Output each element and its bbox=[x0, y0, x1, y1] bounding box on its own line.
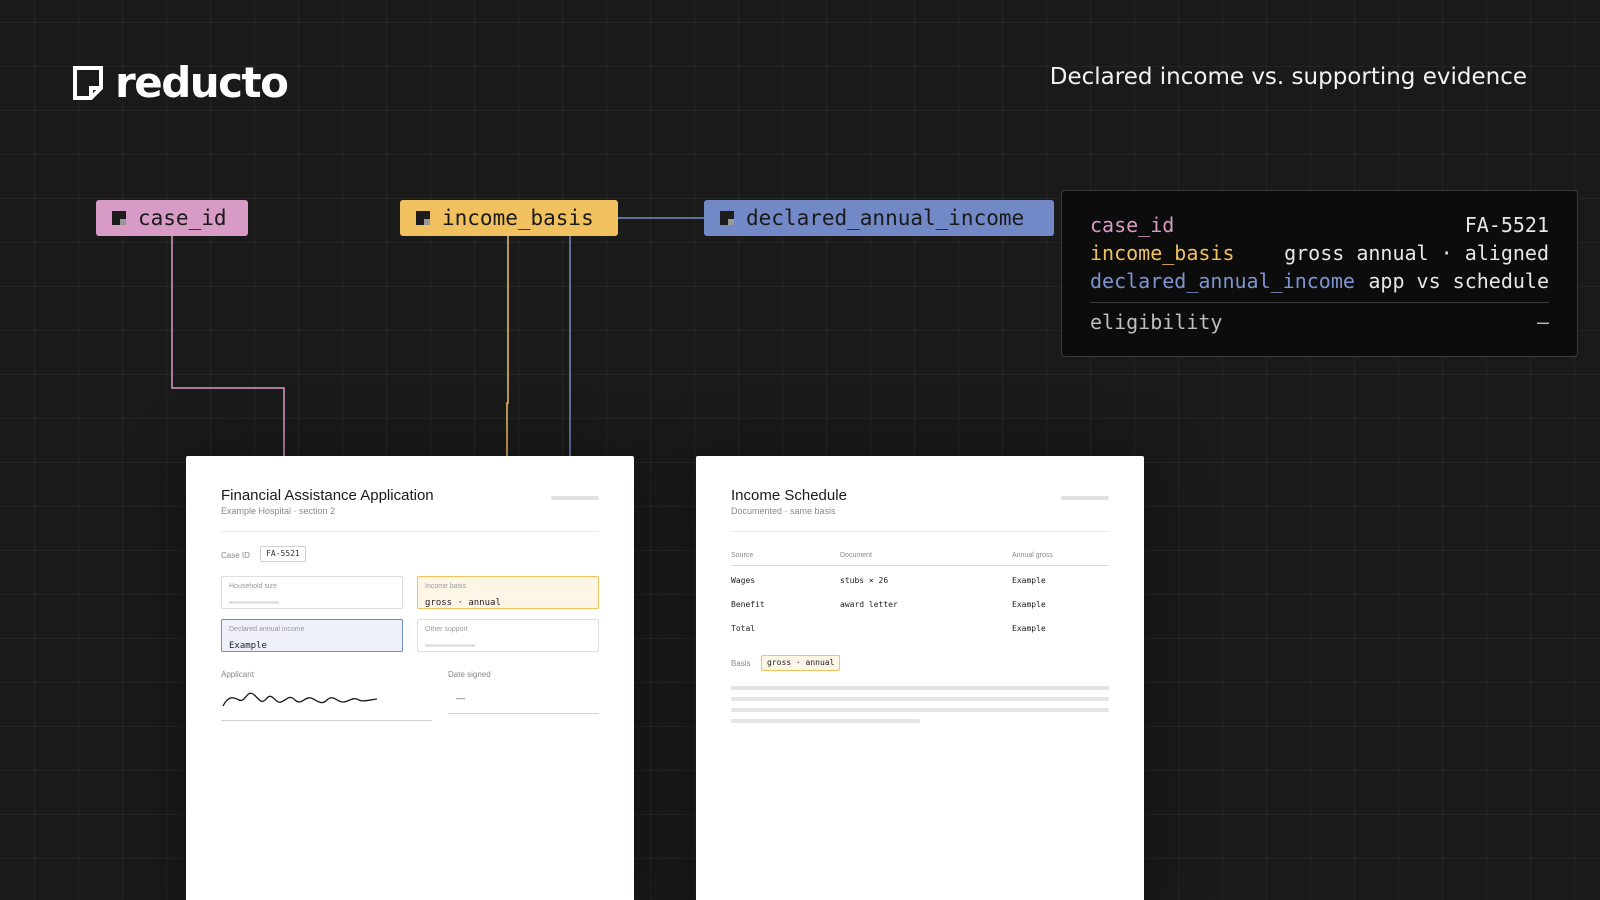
result-key: declared_annual_income bbox=[1090, 269, 1355, 293]
field-label: Household size bbox=[229, 583, 277, 590]
text-line bbox=[731, 686, 1109, 690]
cell-document: award letter bbox=[840, 600, 898, 609]
document-subtitle: Documented · same basis bbox=[731, 506, 836, 516]
chip-label: declared_annual_income bbox=[746, 206, 1025, 230]
chip-case-id[interactable]: case_id bbox=[96, 200, 248, 236]
document-title: Income Schedule bbox=[731, 487, 847, 504]
field-placeholder-bar bbox=[229, 601, 279, 604]
date-signed-label: Date signed bbox=[448, 670, 491, 679]
result-value: app vs schedule bbox=[1368, 269, 1549, 293]
result-divider bbox=[1090, 302, 1549, 303]
other-support-field: Other support bbox=[417, 619, 599, 652]
result-value: — bbox=[1536, 310, 1549, 334]
chip-declared-annual-income[interactable]: declared_annual_income bbox=[704, 200, 1054, 236]
result-key: income_basis bbox=[1090, 241, 1235, 265]
field-label: Income basis bbox=[425, 583, 467, 590]
field-value: Example bbox=[229, 641, 267, 651]
date-signed-value: — bbox=[456, 693, 465, 703]
result-value: FA-5521 bbox=[1464, 213, 1549, 237]
case-id-label: Case ID bbox=[221, 551, 250, 560]
text-line bbox=[731, 719, 920, 723]
field-icon bbox=[720, 211, 734, 225]
chip-income-basis[interactable]: income_basis bbox=[400, 200, 618, 236]
chip-label: case_id bbox=[138, 206, 227, 230]
cell-source: Total bbox=[731, 624, 756, 633]
result-row-declared-income: declared_annual_income app vs schedule bbox=[1090, 267, 1549, 295]
chip-label: income_basis bbox=[442, 206, 594, 230]
column-header-source: Source bbox=[731, 552, 754, 559]
column-header-document: Document bbox=[840, 552, 872, 559]
cell-annual-gross: Example bbox=[1012, 624, 1046, 633]
document-pill bbox=[1061, 496, 1109, 500]
document-divider bbox=[731, 531, 1109, 532]
cell-source: Wages bbox=[731, 576, 756, 585]
field-value: gross · annual bbox=[425, 598, 501, 608]
household-size-field: Household size bbox=[221, 576, 403, 609]
text-line bbox=[731, 708, 1109, 712]
table-header-rule bbox=[731, 565, 1109, 566]
result-value: gross annual · aligned bbox=[1284, 241, 1549, 265]
field-label: Declared annual income bbox=[229, 626, 305, 633]
result-row-income-basis: income_basis gross annual · aligned bbox=[1090, 239, 1549, 267]
document-divider bbox=[221, 531, 599, 532]
result-row-case-id: case_id FA-5521 bbox=[1090, 211, 1549, 239]
application-document: Financial Assistance Application Example… bbox=[186, 456, 634, 900]
result-key: eligibility bbox=[1090, 310, 1223, 334]
field-icon bbox=[112, 211, 126, 225]
extraction-result-card: case_id FA-5521 income_basis gross annua… bbox=[1061, 190, 1578, 357]
basis-label: Basis bbox=[731, 659, 751, 668]
field-label: Other support bbox=[425, 626, 468, 633]
text-line bbox=[731, 697, 1109, 701]
result-key: case_id bbox=[1090, 213, 1175, 237]
income-schedule-document: Income Schedule Documented · same basis … bbox=[696, 456, 1144, 900]
cell-document: stubs × 26 bbox=[840, 576, 889, 585]
table-row: Wages stubs × 26 Example bbox=[731, 576, 1109, 592]
cell-annual-gross: Example bbox=[1012, 600, 1046, 609]
income-basis-field: Income basis gross · annual bbox=[417, 576, 599, 609]
column-header-annual-gross: Annual gross bbox=[1012, 552, 1053, 559]
field-placeholder-bar bbox=[425, 644, 475, 647]
result-row-eligibility: eligibility — bbox=[1090, 308, 1549, 336]
table-row: Total Example bbox=[731, 624, 1109, 640]
declared-income-field: Declared annual income Example bbox=[221, 619, 403, 652]
document-title: Financial Assistance Application bbox=[221, 487, 434, 504]
cell-source: Benefit bbox=[731, 600, 765, 609]
field-icon bbox=[416, 211, 430, 225]
document-pill bbox=[551, 496, 599, 500]
case-id-field: FA-5521 bbox=[260, 546, 306, 562]
document-subtitle: Example Hospital · section 2 bbox=[221, 506, 336, 516]
cell-annual-gross: Example bbox=[1012, 576, 1046, 585]
basis-value: gross · annual bbox=[761, 655, 841, 671]
date-signed-line bbox=[448, 713, 599, 714]
signature-scribble bbox=[222, 692, 378, 707]
table-row: Benefit award letter Example bbox=[731, 600, 1109, 616]
signature-line bbox=[221, 720, 432, 721]
applicant-label: Applicant bbox=[221, 670, 254, 679]
